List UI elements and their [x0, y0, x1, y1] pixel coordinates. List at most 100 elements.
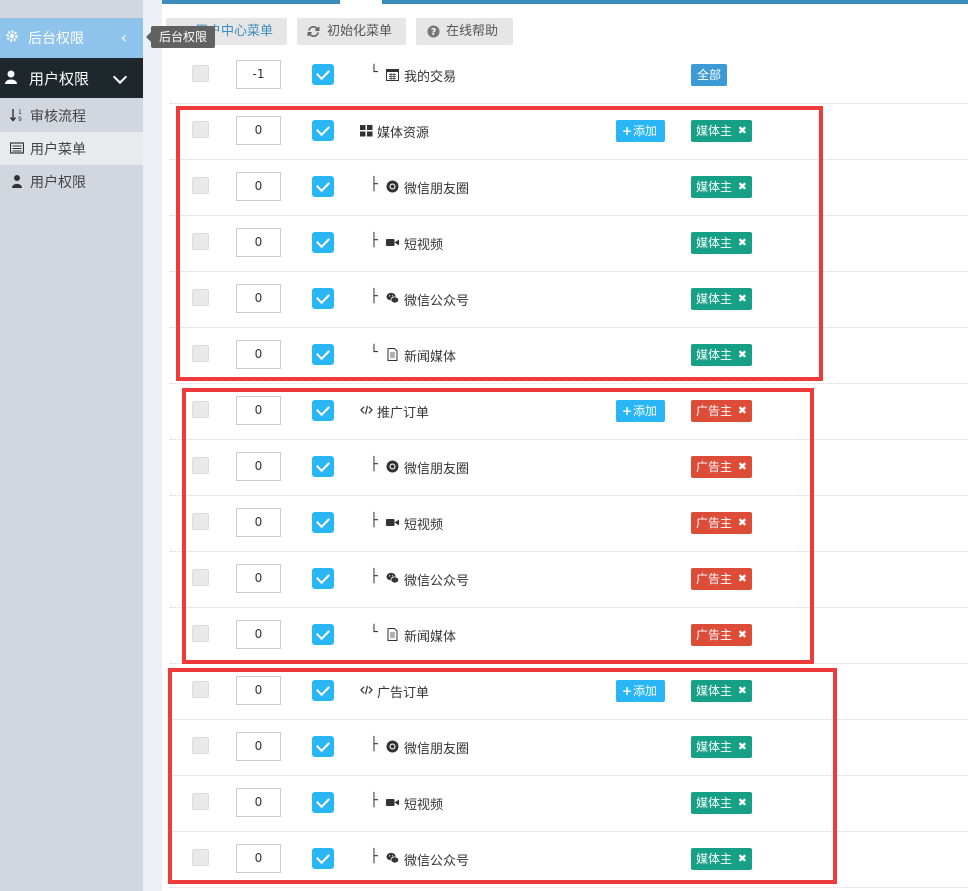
table-row: 0 ├ 短视频 广告主 ✖: [170, 495, 968, 552]
plus-icon: +: [622, 404, 633, 418]
sidebar-header-label: 后台权限: [28, 31, 84, 47]
role-tag-label: 全部: [697, 68, 722, 82]
init-menu-button[interactable]: 初始化菜单: [297, 18, 406, 45]
row-select-checkbox[interactable]: [192, 625, 209, 642]
sort-order-input[interactable]: 0: [236, 116, 281, 145]
row-select-checkbox[interactable]: [192, 401, 209, 418]
row-select-checkbox[interactable]: [192, 177, 209, 194]
menu-name: 短视频: [404, 518, 444, 533]
table-row: 0 ├ 微信公众号 媒体主 ✖: [170, 271, 968, 328]
sort-order-input[interactable]: 0: [236, 788, 281, 817]
remove-tag-icon[interactable]: ✖: [738, 344, 747, 366]
video-icon: [386, 516, 399, 529]
menu-name: 微信公众号: [404, 294, 470, 309]
sidebar-item-user-permissions-sub[interactable]: 用户权限: [0, 165, 143, 198]
remove-tag-icon[interactable]: ✖: [738, 400, 747, 422]
add-button[interactable]: + 添加: [616, 680, 665, 702]
add-button[interactable]: + 添加: [616, 400, 665, 422]
row-select-checkbox[interactable]: [192, 737, 209, 754]
file-icon: [386, 348, 399, 361]
menu-name: 广告订单: [377, 686, 430, 701]
remove-tag-icon[interactable]: ✖: [738, 792, 747, 814]
tree-connector: └: [370, 345, 378, 360]
sort-order-input[interactable]: 0: [236, 340, 281, 369]
role-tag: 媒体主 ✖: [691, 848, 752, 870]
remove-tag-icon[interactable]: ✖: [738, 624, 747, 646]
role-tag: 广告主 ✖: [691, 456, 752, 478]
sidebar-item-label: 用户权限: [30, 175, 86, 191]
enabled-checkbox[interactable]: [312, 736, 334, 757]
remove-tag-icon[interactable]: ✖: [738, 232, 747, 254]
sidebar-item-admin-permissions[interactable]: 后台权限 ‹: [0, 18, 143, 58]
enabled-checkbox[interactable]: [312, 512, 334, 533]
enabled-checkbox[interactable]: [312, 232, 334, 253]
row-select-checkbox[interactable]: [192, 65, 209, 82]
row-select-checkbox[interactable]: [192, 569, 209, 586]
remove-tag-icon[interactable]: ✖: [738, 512, 747, 534]
role-tag-label: 媒体主: [696, 292, 733, 306]
sort-order-input[interactable]: 0: [236, 620, 281, 649]
sidebar: 后台权限 ‹ 用户权限 1 9 审核流程 用户菜单 用户权限: [0, 0, 143, 891]
sort-order-input[interactable]: 0: [236, 844, 281, 873]
enabled-checkbox[interactable]: [312, 624, 334, 645]
menu-name: 微信朋友圈: [404, 742, 470, 757]
enabled-checkbox[interactable]: [312, 568, 334, 589]
role-tag-label: 媒体主: [696, 180, 733, 194]
grid-icon: [360, 124, 373, 137]
menu-name: 推广订单: [377, 406, 430, 421]
row-select-checkbox[interactable]: [192, 289, 209, 306]
remove-tag-icon[interactable]: ✖: [738, 176, 747, 198]
enabled-checkbox[interactable]: [312, 456, 334, 477]
table-row: 0 广告订单 + 添加 媒体主 ✖: [170, 663, 968, 720]
enabled-checkbox[interactable]: [312, 344, 334, 365]
remove-tag-icon[interactable]: ✖: [738, 120, 747, 142]
sort-order-input[interactable]: 0: [236, 676, 281, 705]
tree-connector: ├: [370, 513, 378, 528]
sidebar-item-user-permissions[interactable]: 用户权限: [0, 58, 143, 98]
row-select-checkbox[interactable]: [192, 513, 209, 530]
sidebar-item-review-flow[interactable]: 1 9 审核流程: [0, 99, 143, 132]
sidebar-item-user-menu[interactable]: 用户菜单: [0, 132, 143, 165]
row-select-checkbox[interactable]: [192, 793, 209, 810]
svg-text:?: ?: [431, 27, 436, 38]
row-select-checkbox[interactable]: [192, 457, 209, 474]
enabled-checkbox[interactable]: [312, 288, 334, 309]
sort-order-input[interactable]: 0: [236, 452, 281, 481]
enabled-checkbox[interactable]: [312, 680, 334, 701]
enabled-checkbox[interactable]: [312, 848, 334, 869]
sort-order-input[interactable]: -1: [236, 60, 281, 89]
enabled-checkbox[interactable]: [312, 120, 334, 141]
row-select-checkbox[interactable]: [192, 345, 209, 362]
sidebar-item-label: 用户菜单: [30, 142, 86, 158]
remove-tag-icon[interactable]: ✖: [738, 680, 747, 702]
remove-tag-icon[interactable]: ✖: [738, 736, 747, 758]
row-select-checkbox[interactable]: [192, 849, 209, 866]
enabled-checkbox[interactable]: [312, 792, 334, 813]
menu-name: 我的交易: [404, 70, 457, 85]
add-button[interactable]: + 添加: [616, 120, 665, 142]
remove-tag-icon[interactable]: ✖: [738, 288, 747, 310]
row-select-checkbox[interactable]: [192, 681, 209, 698]
enabled-checkbox[interactable]: [312, 176, 334, 197]
sort-order-input[interactable]: 0: [236, 228, 281, 257]
role-tag: 广告主 ✖: [691, 568, 752, 590]
enabled-checkbox[interactable]: [312, 400, 334, 421]
sidebar-tooltip: 后台权限: [146, 26, 215, 48]
sort-order-input[interactable]: 0: [236, 284, 281, 313]
sort-order-input[interactable]: 0: [236, 564, 281, 593]
sort-order-input[interactable]: 0: [236, 508, 281, 537]
online-help-button[interactable]: ? 在线帮助: [416, 18, 513, 45]
sort-order-input[interactable]: 0: [236, 172, 281, 201]
sort-order-input[interactable]: 0: [236, 396, 281, 425]
add-label: 添加: [633, 124, 658, 138]
remove-tag-icon[interactable]: ✖: [738, 456, 747, 478]
role-tag-label: 广告主: [696, 404, 733, 418]
user-icon: [12, 175, 22, 188]
row-select-checkbox[interactable]: [192, 233, 209, 250]
remove-tag-icon[interactable]: ✖: [738, 568, 747, 590]
enabled-checkbox[interactable]: [312, 64, 334, 85]
remove-tag-icon[interactable]: ✖: [738, 848, 747, 870]
row-select-checkbox[interactable]: [192, 121, 209, 138]
sort-order-input[interactable]: 0: [236, 732, 281, 761]
top-accent-bar-left: [150, 0, 340, 4]
